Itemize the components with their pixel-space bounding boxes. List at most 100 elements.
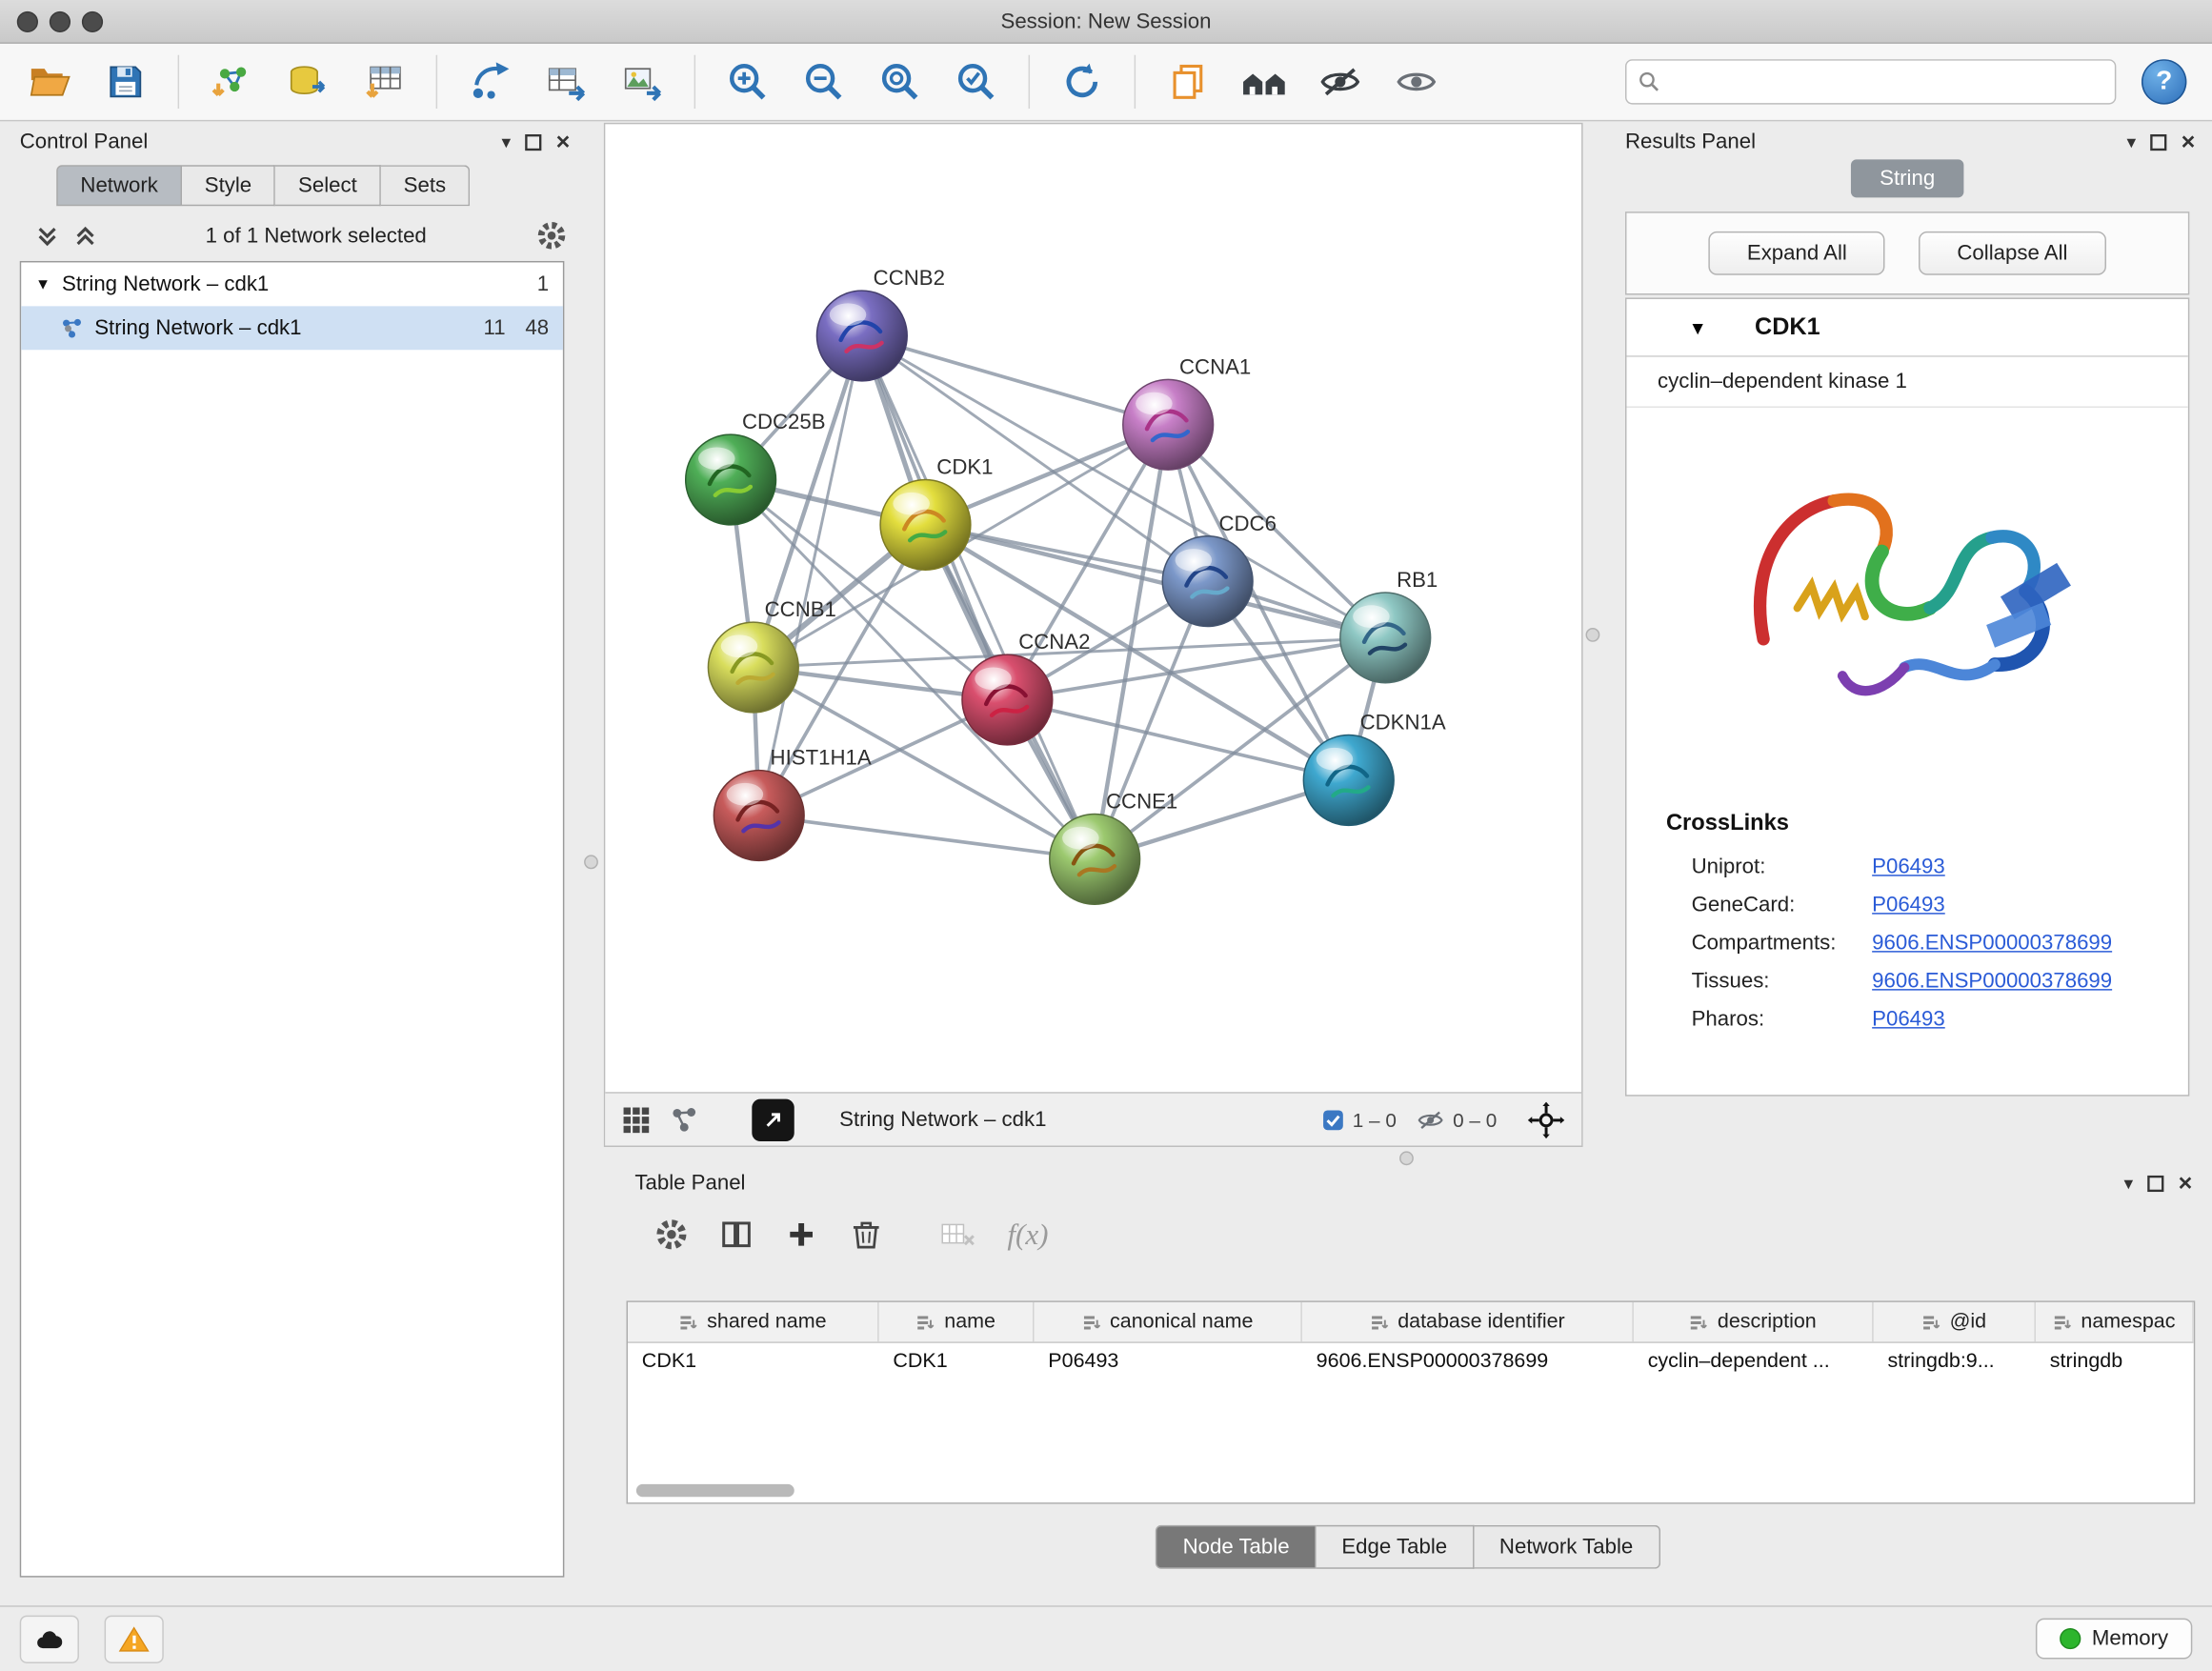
column-header[interactable]: canonical name bbox=[1034, 1302, 1301, 1341]
collection-count: 1 bbox=[537, 272, 549, 296]
uniprot-link[interactable]: P06493 bbox=[1872, 855, 1945, 878]
detach-view-button[interactable] bbox=[752, 1098, 794, 1140]
save-session-button[interactable] bbox=[90, 50, 161, 112]
import-network-from-database-button[interactable] bbox=[272, 50, 343, 112]
tab-string[interactable]: String bbox=[1852, 159, 1963, 197]
collapse-all-button[interactable]: Collapse All bbox=[1919, 232, 2105, 275]
select-columns-icon[interactable] bbox=[719, 1218, 754, 1252]
import-table-button[interactable] bbox=[349, 50, 419, 112]
panel-collapse-icon[interactable]: ▾ bbox=[2124, 1174, 2134, 1192]
tab-style[interactable]: Style bbox=[182, 165, 275, 206]
network-edge[interactable] bbox=[759, 335, 862, 815]
network-birdseye-icon[interactable] bbox=[670, 1105, 698, 1134]
panel-float-icon[interactable] bbox=[2150, 133, 2167, 151]
expand-all-button[interactable]: Expand All bbox=[1709, 232, 1885, 275]
tab-network[interactable]: Network bbox=[56, 165, 182, 206]
network-edge[interactable] bbox=[925, 525, 1385, 637]
show-all-button[interactable] bbox=[1381, 50, 1452, 112]
compartments-link[interactable]: 9606.ENSP00000378699 bbox=[1872, 931, 2112, 955]
collection-expand-icon[interactable]: ▼ bbox=[35, 276, 50, 293]
genecard-link[interactable]: P06493 bbox=[1872, 893, 1945, 916]
panel-collapse-icon[interactable]: ▾ bbox=[502, 132, 512, 151]
warnings-button[interactable] bbox=[105, 1615, 164, 1662]
network-edge[interactable] bbox=[862, 335, 1168, 424]
network-node-HIST1H1A[interactable] bbox=[714, 771, 804, 861]
network-collection-row[interactable]: ▼ String Network – cdk1 1 bbox=[21, 262, 563, 306]
sort-icon bbox=[1370, 1313, 1390, 1331]
panel-float-icon[interactable] bbox=[525, 133, 542, 151]
tab-node-table[interactable]: Node Table bbox=[1156, 1525, 1316, 1569]
import-network-from-file-button[interactable] bbox=[196, 50, 267, 112]
grid-view-icon[interactable] bbox=[622, 1105, 651, 1134]
tab-edge-table[interactable]: Edge Table bbox=[1317, 1525, 1475, 1569]
panel-float-icon[interactable] bbox=[2147, 1175, 2164, 1192]
tissues-link[interactable]: 9606.ENSP00000378699 bbox=[1872, 969, 2112, 993]
collapse-all-icon[interactable] bbox=[37, 225, 58, 246]
gene-collapse-icon[interactable]: ▼ bbox=[1689, 316, 1707, 337]
network-row-selected[interactable]: ● String Network – cdk1 11 48 bbox=[21, 306, 563, 350]
network-edge[interactable] bbox=[759, 815, 1095, 859]
splitter-handle[interactable] bbox=[1586, 628, 1600, 642]
network-node-CCNB1[interactable] bbox=[708, 622, 798, 713]
network-node-RB1[interactable] bbox=[1340, 593, 1431, 683]
memory-button[interactable]: Memory bbox=[2036, 1619, 2193, 1660]
expand-all-icon[interactable] bbox=[74, 225, 95, 246]
column-header[interactable]: namespac bbox=[2036, 1302, 2194, 1341]
help-button[interactable]: ? bbox=[2142, 59, 2186, 104]
pan-crosshair-icon[interactable] bbox=[1528, 1101, 1565, 1138]
network-node-CDC25B[interactable] bbox=[686, 434, 776, 525]
horizontal-scrollbar[interactable] bbox=[636, 1484, 794, 1497]
network-row-label: String Network – cdk1 bbox=[94, 316, 301, 340]
refresh-view-button[interactable] bbox=[1047, 50, 1117, 112]
zoom-out-button[interactable] bbox=[789, 50, 859, 112]
zoom-selected-icon bbox=[955, 61, 997, 103]
panel-close-icon[interactable]: × bbox=[2182, 130, 2196, 153]
column-header[interactable]: @id bbox=[1874, 1302, 2036, 1341]
splitter-handle[interactable] bbox=[1399, 1151, 1414, 1165]
export-network-button[interactable] bbox=[454, 50, 525, 112]
tab-sets[interactable]: Sets bbox=[381, 165, 470, 206]
splitter-handle[interactable] bbox=[584, 855, 598, 869]
export-table-button[interactable] bbox=[531, 50, 601, 112]
network-canvas[interactable]: CCNB2CCNA1CDC25BCDK1CDC6RB1CCNB1CCNA2CDK… bbox=[605, 124, 1581, 1092]
zoom-selected-button[interactable] bbox=[941, 50, 1012, 112]
network-edge[interactable] bbox=[1007, 700, 1348, 780]
delete-column-icon[interactable] bbox=[850, 1218, 884, 1252]
network-node-CDKN1A[interactable] bbox=[1303, 735, 1394, 826]
network-node-CDC6[interactable] bbox=[1162, 536, 1253, 627]
export-network-icon bbox=[469, 62, 511, 101]
column-header[interactable]: shared name bbox=[628, 1302, 879, 1341]
group-nodes-button[interactable] bbox=[1229, 50, 1299, 112]
network-node-CCNA1[interactable] bbox=[1123, 379, 1214, 470]
table-row[interactable]: CDK1 CDK1 P06493 9606.ENSP00000378699 cy… bbox=[628, 1343, 2194, 1382]
network-node-CDK1[interactable] bbox=[880, 480, 971, 571]
column-header[interactable]: description bbox=[1634, 1302, 1874, 1341]
table-panel: Table Panel ▾ × f(x) shared name name ca… bbox=[604, 1165, 2212, 1605]
panel-collapse-icon[interactable]: ▾ bbox=[2127, 132, 2137, 151]
gear-icon[interactable] bbox=[536, 220, 568, 252]
network-edge[interactable] bbox=[862, 335, 1095, 858]
export-image-button[interactable] bbox=[607, 50, 677, 112]
cloud-status-button[interactable] bbox=[20, 1615, 79, 1662]
gear-icon[interactable] bbox=[654, 1218, 689, 1252]
function-builder-button[interactable]: f(x) bbox=[1007, 1217, 1048, 1252]
network-view[interactable]: CCNB2CCNA1CDC25BCDK1CDC6RB1CCNB1CCNA2CDK… bbox=[604, 123, 1583, 1147]
zoom-fit-button[interactable] bbox=[865, 50, 935, 112]
network-node-CCNB2[interactable] bbox=[816, 291, 907, 381]
search-input[interactable] bbox=[1669, 70, 2103, 95]
network-node-CCNE1[interactable] bbox=[1050, 814, 1140, 904]
column-header[interactable]: name bbox=[879, 1302, 1035, 1341]
panel-close-icon[interactable]: × bbox=[556, 130, 571, 153]
hide-selected-button[interactable] bbox=[1305, 50, 1376, 112]
network-node-CCNA2[interactable] bbox=[962, 654, 1053, 745]
annotation-button[interactable] bbox=[1153, 50, 1223, 112]
tab-select[interactable]: Select bbox=[275, 165, 381, 206]
zoom-in-button[interactable] bbox=[713, 50, 783, 112]
pharos-link[interactable]: P06493 bbox=[1872, 1007, 1945, 1031]
tab-network-table[interactable]: Network Table bbox=[1474, 1525, 1659, 1569]
column-header[interactable]: database identifier bbox=[1302, 1302, 1634, 1341]
export-table-icon bbox=[545, 62, 587, 101]
open-session-button[interactable] bbox=[14, 50, 85, 112]
panel-close-icon[interactable]: × bbox=[2179, 1171, 2193, 1195]
add-column-icon[interactable] bbox=[784, 1218, 818, 1252]
